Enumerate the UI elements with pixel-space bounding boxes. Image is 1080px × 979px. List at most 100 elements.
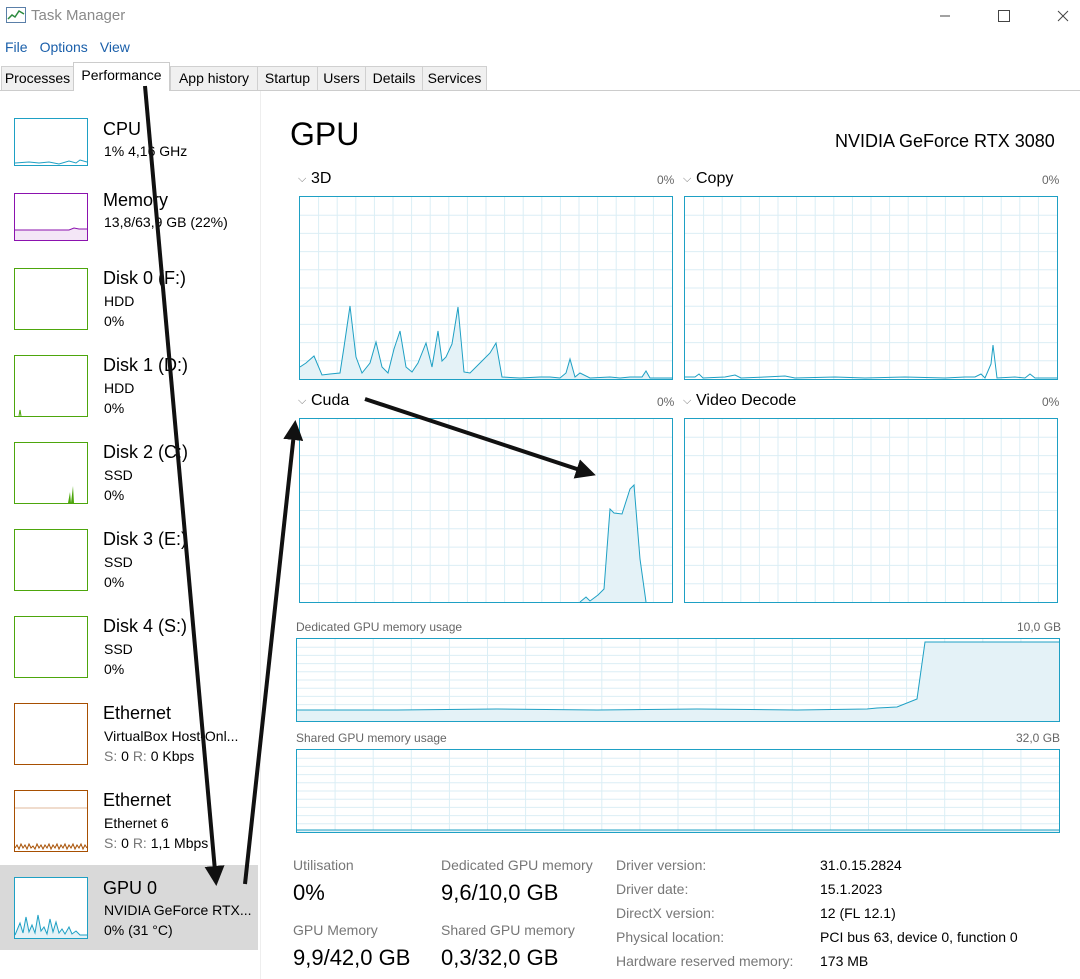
sidebar-item-name: CPU	[103, 119, 142, 139]
gpu-memory-label: GPU Memory	[293, 922, 378, 938]
physical-location-value: PCI bus 63, device 0, function 0	[820, 929, 1018, 945]
sidebar-item-name: GPU 0	[103, 878, 158, 898]
minimize-icon	[940, 15, 950, 17]
sidebar-item-usage: 0%	[104, 487, 125, 503]
ethernet-thumbnail-graph	[14, 790, 88, 852]
tab-startup[interactable]: Startup	[257, 66, 318, 90]
directx-version-value: 12 (FL 12.1)	[820, 905, 896, 921]
menu-view[interactable]: View	[95, 36, 137, 58]
cpu-thumbnail-graph	[14, 118, 88, 166]
utilisation-label: Utilisation	[293, 857, 354, 873]
shared-memory-graph-max: 32,0 GB	[1016, 731, 1061, 745]
engine-selector-cuda[interactable]: Cuda	[311, 392, 349, 410]
video-decode-usage-graph	[684, 418, 1058, 603]
window-title: Task Manager	[31, 7, 126, 24]
sidebar-item-name: Ethernet	[103, 790, 172, 810]
dedicated-memory-graph-label: Dedicated GPU memory usage	[296, 620, 463, 634]
dedicated-memory-graph-max: 10,0 GB	[1017, 620, 1062, 634]
tab-app-history[interactable]: App history	[170, 66, 258, 90]
shared-memory-value: 0,3/32,0 GB	[441, 945, 559, 970]
sidebar-item-name: Memory	[103, 190, 169, 210]
close-button[interactable]	[1040, 0, 1080, 32]
chevron-down-icon[interactable]: ⌵	[683, 395, 691, 408]
sidebar-item-memory[interactable]: Memory 13,8/63,9 GB (22%)	[0, 187, 258, 272]
sidebar-item-disk-1[interactable]: Disk 1 (D:) HDD 0%	[0, 352, 258, 437]
sidebar-item-detail: 1% 4,16 GHz	[104, 143, 188, 159]
sidebar-item-throughput: S: 0 R: 0 Kbps	[104, 748, 194, 764]
maximize-icon	[998, 10, 1010, 22]
chevron-down-icon[interactable]: ⌵	[298, 173, 306, 186]
gpu-thumbnail-graph	[14, 877, 88, 939]
sidebar-item-usage: 0%	[104, 313, 125, 329]
sidebar-item-name: Disk 2 (C:)	[103, 442, 188, 462]
dedicated-memory-value: 9,6/10,0 GB	[441, 880, 559, 905]
shared-memory-graph	[296, 749, 1060, 833]
dedicated-memory-graph	[296, 638, 1060, 722]
chevron-down-icon[interactable]: ⌵	[683, 173, 691, 186]
receive-label: R:	[132, 748, 147, 764]
hardware-reserved-memory-value: 173 MB	[820, 953, 869, 969]
disk-thumbnail-graph	[14, 442, 88, 504]
tab-details[interactable]: Details	[365, 66, 423, 90]
sidebar-item-disk-3[interactable]: Disk 3 (E:) SSD 0%	[0, 526, 258, 611]
tab-services[interactable]: Services	[422, 66, 487, 90]
engine-percent: 0%	[1042, 173, 1060, 187]
close-icon	[1057, 10, 1069, 22]
copy-usage-graph	[684, 196, 1058, 380]
sidebar-item-type: HDD	[104, 380, 135, 396]
sidebar-item-name: Disk 1 (D:)	[103, 355, 188, 375]
driver-version-label: Driver version:	[616, 857, 707, 873]
engine-selector-3d[interactable]: 3D	[311, 170, 331, 188]
3d-usage-graph	[299, 196, 673, 380]
tab-bar: Processes Performance App history Startu…	[0, 62, 1080, 91]
sidebar-item-ethernet-virtualbox[interactable]: Ethernet VirtualBox Host-Onl... S: 0 R: …	[0, 700, 258, 785]
tab-processes[interactable]: Processes	[1, 66, 74, 90]
sidebar-item-type: SSD	[104, 467, 133, 483]
engine-selector-copy[interactable]: Copy	[696, 170, 733, 188]
sidebar-item-cpu[interactable]: CPU 1% 4,16 GHz	[0, 109, 258, 194]
sidebar-item-disk-2[interactable]: Disk 2 (C:) SSD 0%	[0, 439, 258, 524]
driver-version-value: 31.0.15.2824	[820, 857, 902, 873]
tab-users[interactable]: Users	[317, 66, 366, 90]
hardware-reserved-memory-label: Hardware reserved memory:	[616, 953, 794, 969]
physical-location-label: Physical location:	[616, 929, 725, 945]
gpu-model-name: NVIDIA GeForce RTX 3080	[835, 131, 1055, 151]
sidebar-item-disk-4[interactable]: Disk 4 (S:) SSD 0%	[0, 613, 258, 698]
engine-percent: 0%	[657, 395, 675, 409]
disk-thumbnail-graph	[14, 268, 88, 330]
engine-percent: 0%	[1042, 395, 1060, 409]
sidebar-item-name: Disk 4 (S:)	[103, 616, 188, 636]
gpu-heading: GPU	[290, 116, 360, 152]
driver-date-value: 15.1.2023	[820, 881, 883, 897]
title-bar: Task Manager	[0, 0, 1080, 34]
chevron-down-icon[interactable]: ⌵	[298, 395, 306, 408]
sidebar-item-name: Ethernet	[103, 703, 172, 723]
sidebar-item-type: HDD	[104, 293, 135, 309]
utilisation-value: 0%	[293, 880, 325, 905]
menu-options[interactable]: Options	[35, 36, 95, 58]
memory-thumbnail-graph	[14, 193, 88, 241]
driver-date-label: Driver date:	[616, 881, 689, 897]
sidebar-item-ethernet-6[interactable]: Ethernet Ethernet 6 S: 0 R: 1,1 Mbps	[0, 787, 258, 872]
menu-file[interactable]: File	[0, 36, 35, 58]
sidebar-item-name: Disk 0 (F:)	[103, 268, 186, 288]
cuda-usage-graph	[299, 418, 673, 603]
sidebar-item-name: Disk 3 (E:)	[103, 529, 188, 549]
sidebar-item-usage: 0% (31 °C)	[104, 922, 173, 938]
sidebar-item-gpu-0[interactable]: GPU 0 NVIDIA GeForce RTX... 0% (31 °C)	[0, 865, 258, 950]
sidebar-item-disk-0[interactable]: Disk 0 (F:) HDD 0%	[0, 265, 258, 350]
disk-thumbnail-graph	[14, 616, 88, 678]
maximize-button[interactable]	[981, 0, 1027, 32]
sidebar-item-throughput: S: 0 R: 1,1 Mbps	[104, 835, 208, 851]
engine-selector-video-decode[interactable]: Video Decode	[696, 392, 796, 410]
gpu-memory-value: 9,9/42,0 GB	[293, 945, 411, 970]
minimize-button[interactable]	[922, 0, 968, 32]
tab-performance[interactable]: Performance	[73, 62, 170, 91]
receive-label: R:	[132, 835, 147, 851]
send-label: S:	[104, 748, 118, 764]
receive-value: 0 Kbps	[150, 748, 195, 764]
shared-memory-graph-label: Shared GPU memory usage	[296, 731, 447, 745]
sidebar-item-usage: 0%	[104, 400, 125, 416]
disk-thumbnail-graph	[14, 355, 88, 417]
directx-version-label: DirectX version:	[616, 905, 715, 921]
